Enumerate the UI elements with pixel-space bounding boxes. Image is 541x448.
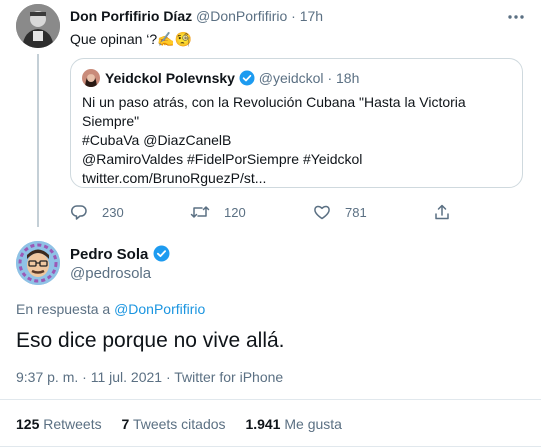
likes-label: Me gusta bbox=[284, 416, 342, 432]
share-icon bbox=[435, 204, 449, 220]
quoted-link: twitter.com/BrunoRguezP/st... bbox=[82, 170, 267, 186]
main-display-name[interactable]: Pedro Sola bbox=[70, 246, 148, 263]
quoted-header: Yeidckol Polevnsky @yeidckol · 18h bbox=[105, 70, 359, 89]
thread-line bbox=[37, 54, 39, 227]
retweets-stat[interactable]: 125 Retweets bbox=[16, 416, 106, 432]
parent-tweet-header: Don Porfifirio Díaz @DonPorfifirio · 17h bbox=[70, 8, 323, 24]
tweet-meta[interactable]: 9:37 p. m. · 11 jul. 2021 · Twitter for … bbox=[16, 369, 283, 385]
like-button[interactable]: 781 bbox=[313, 203, 367, 221]
parent-time[interactable]: 17h bbox=[300, 8, 323, 24]
divider-top bbox=[0, 399, 541, 400]
main-name-row: Pedro Sola bbox=[70, 245, 170, 266]
retweet-icon bbox=[190, 206, 210, 218]
avatar-pedro-sola[interactable] bbox=[16, 241, 60, 285]
retweet-button[interactable]: 120 bbox=[190, 203, 246, 221]
main-tweet-text: Eso dice porque no vive allá. bbox=[16, 329, 285, 352]
quoted-text-line1: Ni un paso atrás, con la Revolución Cuba… bbox=[82, 94, 466, 110]
reply-to-link[interactable]: @DonPorfifirio bbox=[114, 301, 205, 317]
quoted-hashtag-fidel: #FidelPorSiempre bbox=[187, 151, 300, 167]
retweet-count: 120 bbox=[224, 204, 246, 220]
quotes-count: 7 bbox=[121, 416, 130, 432]
parent-handle[interactable]: @DonPorfifirio bbox=[196, 8, 287, 24]
heart-icon bbox=[314, 205, 330, 220]
reply-icon bbox=[71, 205, 87, 220]
verified-icon bbox=[239, 70, 255, 89]
share-button[interactable] bbox=[433, 203, 465, 221]
quotes-stat[interactable]: 7 Tweets citados bbox=[122, 416, 230, 432]
reply-context: En respuesta a @DonPorfifirio bbox=[16, 301, 205, 317]
parent-display-name[interactable]: Don Porfifirio Díaz bbox=[70, 8, 192, 24]
avatar-don-porfifirio[interactable] bbox=[16, 4, 60, 48]
quoted-text: Ni un paso atrás, con la Revolución Cuba… bbox=[82, 93, 512, 188]
quoted-hashtag-cubava: #CubaVa bbox=[82, 132, 140, 148]
more-icon[interactable] bbox=[507, 8, 525, 31]
avatar-yeidckol[interactable] bbox=[82, 69, 100, 87]
tweet-stats: 125 Retweets 7 Tweets citados 1.941 Me g… bbox=[16, 416, 342, 432]
retweets-label: Retweets bbox=[43, 416, 102, 432]
retweets-count: 125 bbox=[16, 416, 40, 432]
quoted-tweet-card[interactable]: Yeidckol Polevnsky @yeidckol · 18h Ni un… bbox=[70, 58, 523, 188]
reply-prefix: En respuesta a bbox=[16, 301, 111, 317]
like-count: 781 bbox=[345, 204, 367, 220]
quoted-dot: · bbox=[327, 70, 333, 86]
likes-stat[interactable]: 1.941 Me gusta bbox=[245, 416, 342, 432]
reply-count: 230 bbox=[102, 204, 124, 220]
quoted-text-line2: Siempre" bbox=[82, 113, 140, 129]
parent-tweet-text: Que opinan ‘?✍️🧐 bbox=[70, 31, 193, 47]
quoted-time: 18h bbox=[336, 70, 360, 86]
quotes-label: Tweets citados bbox=[132, 416, 226, 432]
quoted-mention-diaz: @DiazCanelB bbox=[143, 132, 232, 148]
likes-count: 1.941 bbox=[245, 416, 281, 432]
divider-bottom bbox=[0, 446, 541, 447]
verified-icon bbox=[153, 245, 170, 266]
reply-button[interactable]: 230 bbox=[70, 203, 124, 221]
quoted-display-name: Yeidckol Polevnsky bbox=[105, 70, 235, 86]
parent-dot: · bbox=[291, 8, 296, 24]
quoted-handle: @yeidckol bbox=[258, 70, 324, 86]
main-handle[interactable]: @pedrosola bbox=[70, 265, 151, 282]
quoted-hashtag-yeidckol: #Yeidckol bbox=[302, 151, 363, 167]
quoted-mention-ramiro: @RamiroValdes bbox=[82, 151, 184, 167]
